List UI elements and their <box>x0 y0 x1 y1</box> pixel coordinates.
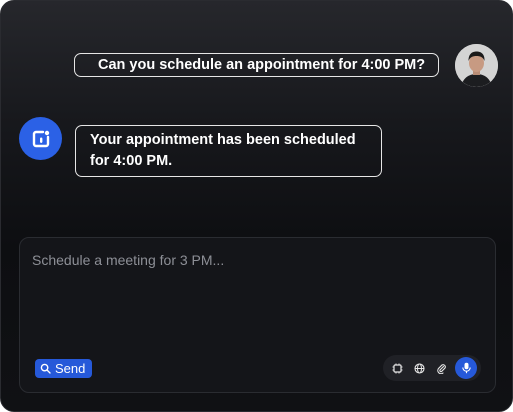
grid-icon[interactable] <box>389 360 405 376</box>
user-message-text: Can you schedule an appointment for 4:00… <box>98 57 426 73</box>
assistant-message-bubble: Your appointment has been scheduled for … <box>75 125 382 177</box>
send-button-label: Send <box>55 361 86 376</box>
message-composer: Send <box>19 237 496 393</box>
message-input[interactable] <box>32 252 472 268</box>
assistant-message-text: Your appointment has been scheduled for … <box>90 132 356 169</box>
globe-icon[interactable] <box>411 360 427 376</box>
search-icon <box>40 363 51 374</box>
user-avatar <box>455 44 498 87</box>
paperclip-icon[interactable] <box>433 360 449 376</box>
chat-window: Can you schedule an appointment for 4:00… <box>0 0 513 412</box>
composer-toolbar <box>383 355 481 381</box>
assistant-avatar <box>19 117 62 160</box>
microphone-icon[interactable] <box>455 357 477 379</box>
assistant-logo-icon <box>32 130 49 147</box>
user-avatar-image <box>455 44 498 87</box>
user-message-bubble: Can you schedule an appointment for 4:00… <box>74 53 439 77</box>
send-button[interactable]: Send <box>35 359 92 378</box>
